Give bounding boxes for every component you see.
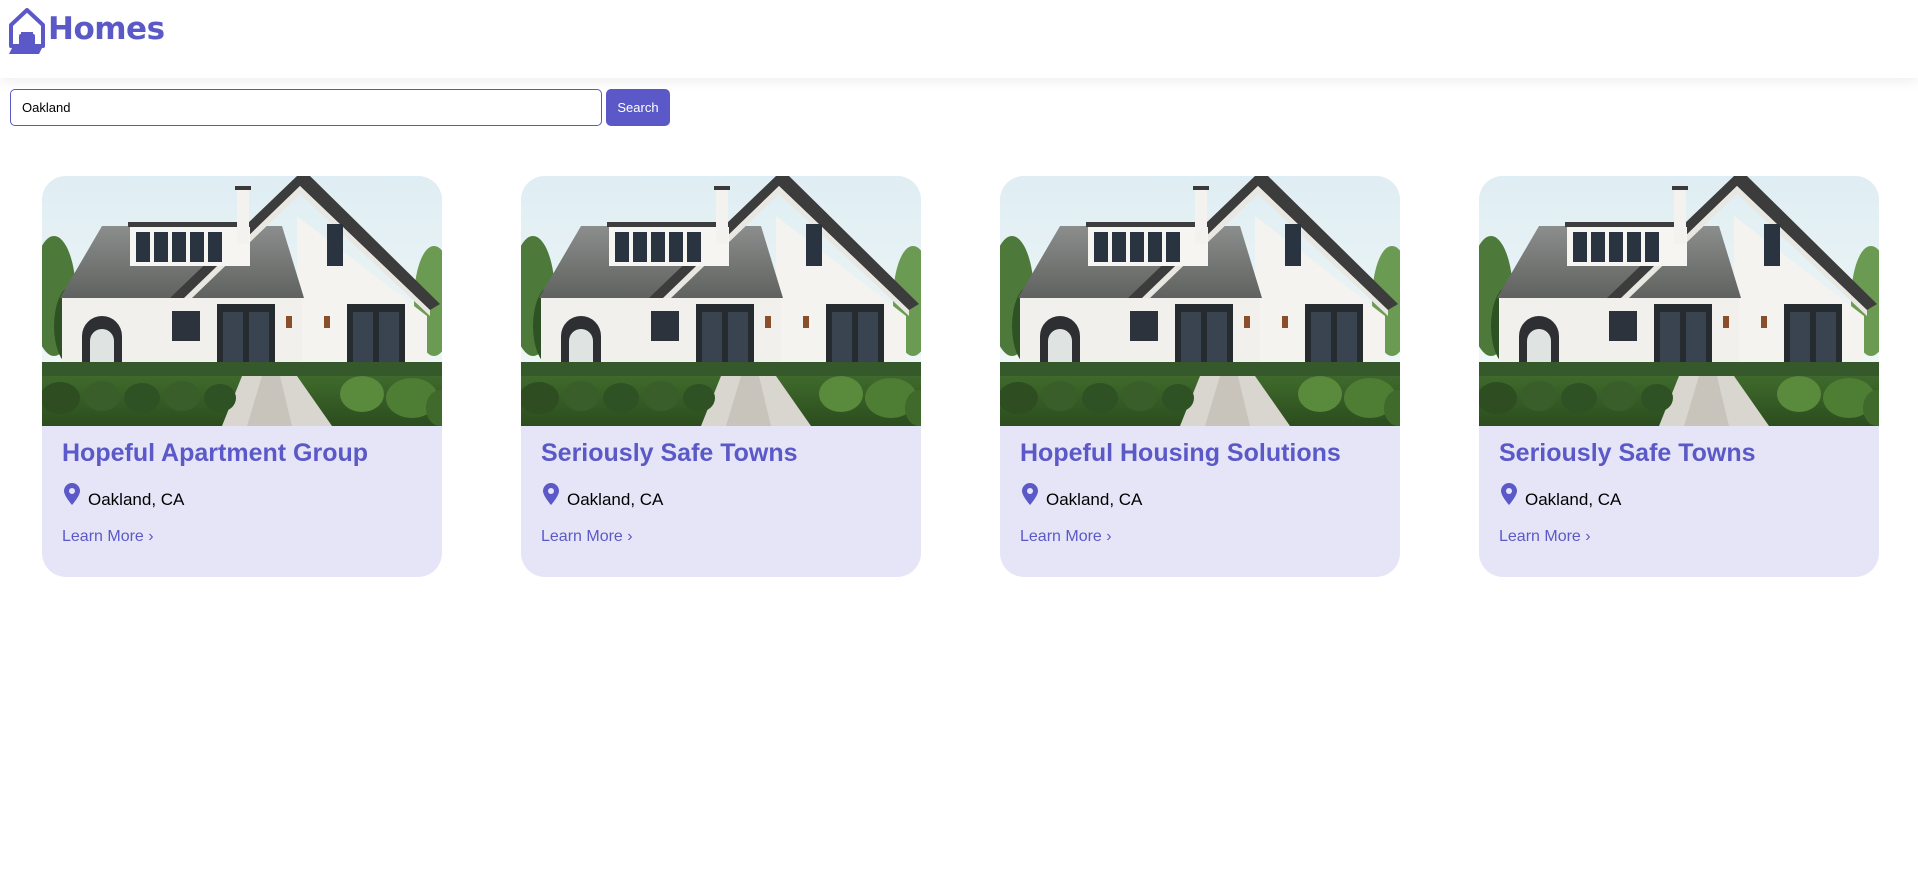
learn-more-link[interactable]: Learn More ›	[1499, 528, 1591, 546]
location-text: Oakland, CA	[1046, 490, 1143, 509]
listing-cards: Hopeful Apartment Group Oakland, CA Lear…	[42, 176, 1879, 577]
house-photo	[42, 176, 442, 426]
location-pin-icon	[543, 483, 559, 505]
listing-card[interactable]: Seriously Safe Towns Oakland, CA Learn M…	[521, 176, 921, 577]
location-text: Oakland, CA	[1525, 490, 1622, 509]
learn-more-link[interactable]: Learn More ›	[541, 528, 633, 546]
logo[interactable]: Homes	[9, 8, 165, 54]
listing-card[interactable]: Hopeful Housing Solutions Oakland, CA Le…	[1000, 176, 1400, 577]
listing-card[interactable]: Seriously Safe Towns Oakland, CA Learn M…	[1479, 176, 1879, 577]
house-photo	[521, 176, 921, 426]
card-location: Oakland, CA	[543, 481, 663, 510]
top-header: Homes	[0, 0, 1918, 78]
house-icon	[9, 8, 45, 54]
card-title: Hopeful Housing Solutions	[1020, 439, 1341, 467]
card-location: Oakland, CA	[1022, 481, 1142, 510]
house-photo	[1000, 176, 1400, 426]
card-title: Hopeful Apartment Group	[62, 439, 369, 467]
house-photo	[1479, 176, 1879, 426]
search-input[interactable]	[10, 89, 602, 126]
logo-text: Homes	[48, 11, 165, 47]
location-pin-icon	[64, 483, 80, 505]
card-title: Seriously Safe Towns	[1499, 439, 1756, 467]
search-bar: Search	[10, 89, 670, 126]
search-button[interactable]: Search	[606, 89, 670, 126]
card-location: Oakland, CA	[64, 481, 184, 510]
card-title: Seriously Safe Towns	[541, 439, 798, 467]
listing-card[interactable]: Hopeful Apartment Group Oakland, CA Lear…	[42, 176, 442, 577]
learn-more-link[interactable]: Learn More ›	[62, 528, 154, 546]
location-pin-icon	[1501, 483, 1517, 505]
location-text: Oakland, CA	[567, 490, 664, 509]
learn-more-link[interactable]: Learn More ›	[1020, 528, 1112, 546]
location-text: Oakland, CA	[88, 490, 185, 509]
location-pin-icon	[1022, 483, 1038, 505]
card-location: Oakland, CA	[1501, 481, 1621, 510]
